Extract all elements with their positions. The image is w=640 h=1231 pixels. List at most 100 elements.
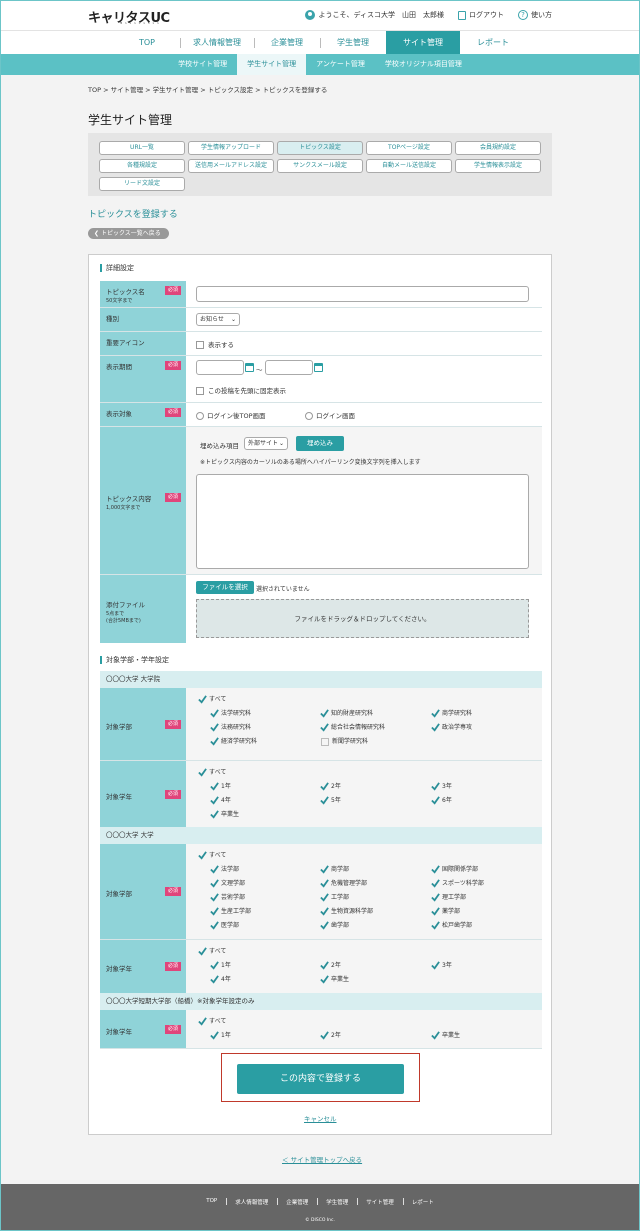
check-icon[interactable] xyxy=(210,921,219,930)
topic-name-input[interactable] xyxy=(196,286,529,302)
check-icon[interactable] xyxy=(431,782,440,791)
check-icon[interactable] xyxy=(431,879,440,888)
help-icon[interactable]: ? xyxy=(518,10,528,20)
main-nav-item[interactable]: 学生管理 xyxy=(320,31,386,54)
checkbox-option[interactable]: 6年 xyxy=(431,795,452,805)
sub-nav-item[interactable]: アンケート管理 xyxy=(306,54,375,75)
checkbox-option[interactable]: 1年 xyxy=(210,781,231,791)
embed-button[interactable]: 埋め込み xyxy=(296,436,344,451)
check-icon[interactable] xyxy=(431,893,440,902)
cancel-link[interactable]: キャンセル xyxy=(304,1113,337,1123)
check-icon[interactable] xyxy=(320,961,329,970)
checkbox-option[interactable]: 法学研究科 xyxy=(210,708,251,718)
pin-top-checkbox[interactable] xyxy=(196,387,204,395)
checkbox-option[interactable]: 医学部 xyxy=(210,920,239,930)
calendar-icon[interactable] xyxy=(314,363,323,372)
check-icon[interactable] xyxy=(198,695,207,704)
check-icon[interactable] xyxy=(320,782,329,791)
checkbox-option[interactable]: 薬学部 xyxy=(431,906,460,916)
main-nav-item[interactable]: 企業管理 xyxy=(254,31,320,54)
sub-nav-item[interactable]: 学校オリジナル項目管理 xyxy=(375,54,472,75)
settings-tab[interactable]: 会員規約設定 xyxy=(455,141,541,155)
checkbox-option[interactable]: 2年 xyxy=(320,1030,341,1040)
check-icon[interactable] xyxy=(210,709,219,718)
main-nav-item[interactable]: レポート xyxy=(460,31,526,54)
checkbox-option[interactable]: 2年 xyxy=(320,781,341,791)
checkbox-option[interactable]: 法学部 xyxy=(210,864,239,874)
settings-tab[interactable]: 各種規設定 xyxy=(99,159,185,173)
checkbox-option[interactable]: 3年 xyxy=(431,781,452,791)
check-icon[interactable] xyxy=(320,921,329,930)
check-icon[interactable] xyxy=(320,796,329,805)
check-icon[interactable] xyxy=(431,907,440,916)
main-nav-item[interactable]: 求人情報管理 xyxy=(180,31,254,54)
settings-tab[interactable]: リード文設定 xyxy=(99,177,185,191)
checkbox-option[interactable]: 商学部 xyxy=(320,864,349,874)
check-icon[interactable] xyxy=(320,907,329,916)
main-nav-item[interactable]: サイト管理 xyxy=(386,31,460,54)
checkbox-option[interactable]: 4年 xyxy=(210,795,231,805)
settings-tab[interactable]: 自動メール送信設定 xyxy=(366,159,452,173)
checkbox-option[interactable]: 歯学部 xyxy=(320,920,349,930)
checkbox-option[interactable]: 政治学専攻 xyxy=(431,722,472,732)
settings-tab[interactable]: 学生情報表示設定 xyxy=(455,159,541,173)
checkbox-option[interactable]: 理工学部 xyxy=(431,892,466,902)
checkbox-option[interactable]: 知的財産研究科 xyxy=(320,708,373,718)
main-nav-item[interactable]: TOP xyxy=(114,31,180,54)
check-icon[interactable] xyxy=(431,723,440,732)
checkbox-option[interactable]: 総合社会情報研究科 xyxy=(320,722,385,732)
check-icon[interactable] xyxy=(198,851,207,860)
help-link[interactable]: 使い方 xyxy=(531,10,552,20)
check-icon[interactable] xyxy=(320,709,329,718)
back-to-list-button[interactable]: ❮ トピックス一覧へ戻る xyxy=(88,228,169,239)
check-icon[interactable] xyxy=(210,893,219,902)
checkbox-option[interactable]: 松戸歯学部 xyxy=(431,920,472,930)
sub-nav-item[interactable]: 学校サイト管理 xyxy=(168,54,237,75)
check-icon[interactable] xyxy=(198,947,207,956)
checkbox-empty[interactable] xyxy=(321,737,329,746)
checkbox-option[interactable]: 5年 xyxy=(320,795,341,805)
important-checkbox[interactable] xyxy=(196,341,204,349)
checkbox-option[interactable]: 卒業生 xyxy=(320,974,349,984)
submit-button[interactable]: この内容で登録する xyxy=(237,1064,404,1094)
logo[interactable]: キャリタスUC Ǝ ↄ ↄ ↄ ↄ ↄ ↄ ↄ ↄ xyxy=(88,7,170,26)
settings-tab[interactable]: サンクスメール設定 xyxy=(277,159,363,173)
checkbox-option[interactable]: 新聞学研究科 xyxy=(320,736,368,746)
checkbox-option[interactable]: 1年 xyxy=(210,1030,231,1040)
checkbox-option[interactable]: 経済学研究科 xyxy=(210,736,257,746)
settings-tab[interactable]: トピックス設定 xyxy=(277,141,363,155)
choose-file-button[interactable]: ファイルを選択 xyxy=(196,581,254,594)
back-to-site-top-link[interactable]: ＜ サイト管理トップへ戻る xyxy=(282,1154,362,1164)
check-icon[interactable] xyxy=(320,1031,329,1040)
checkbox-option[interactable]: 工学部 xyxy=(320,892,349,902)
footer-nav-item[interactable]: レポート xyxy=(402,1198,443,1206)
period-start-input[interactable] xyxy=(196,360,244,375)
check-icon[interactable] xyxy=(320,893,329,902)
checkbox-option[interactable]: 芸術学部 xyxy=(210,892,245,902)
logout-icon[interactable] xyxy=(458,10,466,20)
check-icon[interactable] xyxy=(320,865,329,874)
check-icon[interactable] xyxy=(210,975,219,984)
checkbox-option[interactable]: 4年 xyxy=(210,974,231,984)
settings-tab[interactable]: 学生情報アップロード xyxy=(188,141,274,155)
check-icon[interactable] xyxy=(431,961,440,970)
check-icon[interactable] xyxy=(320,975,329,984)
check-icon[interactable] xyxy=(210,907,219,916)
checkbox-option[interactable]: 1年 xyxy=(210,960,231,970)
check-icon[interactable] xyxy=(320,879,329,888)
settings-tab[interactable]: 送信用メールアドレス設定 xyxy=(188,159,274,173)
check-icon[interactable] xyxy=(431,709,440,718)
check-icon[interactable] xyxy=(210,879,219,888)
checkbox-option[interactable]: すべて xyxy=(198,850,226,860)
footer-nav-item[interactable]: 学生管理 xyxy=(317,1198,357,1206)
logout-link[interactable]: ログアウト xyxy=(469,10,504,20)
checkbox-option[interactable]: 3年 xyxy=(431,960,452,970)
period-end-input[interactable] xyxy=(265,360,313,375)
checkbox-option[interactable]: 生物資源科学部 xyxy=(320,906,373,916)
checkbox-option[interactable]: すべて xyxy=(198,1016,226,1026)
settings-tab[interactable]: URL一覧 xyxy=(99,141,185,155)
check-icon[interactable] xyxy=(210,810,219,819)
check-icon[interactable] xyxy=(210,723,219,732)
settings-tab[interactable]: TOPページ設定 xyxy=(366,141,452,155)
checkbox-option[interactable]: すべて xyxy=(198,694,226,704)
